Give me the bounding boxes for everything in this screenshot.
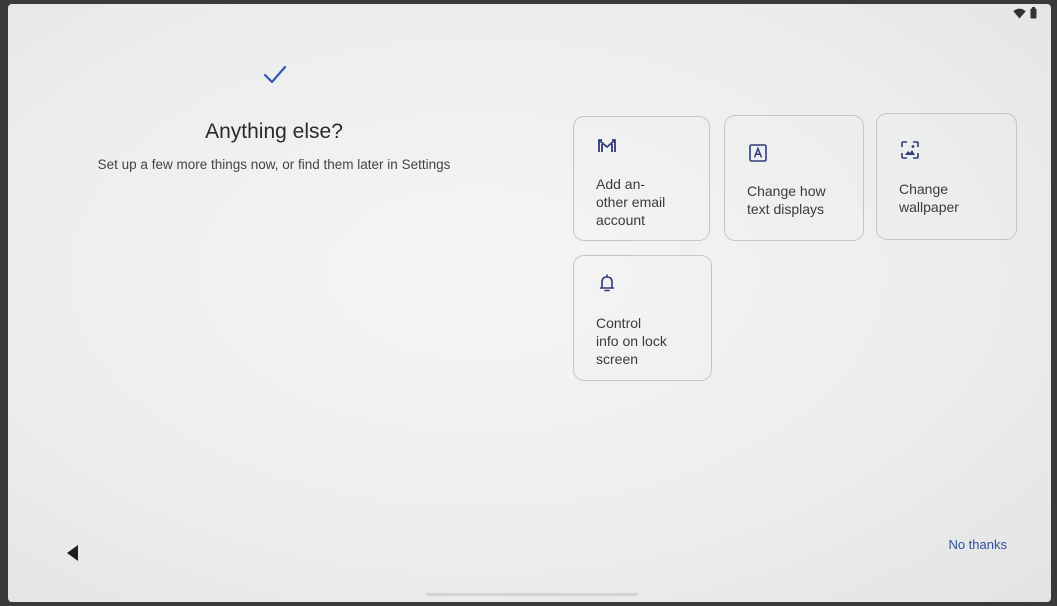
battery-icon	[1030, 6, 1037, 24]
option-label: Add an- other email account	[596, 176, 666, 228]
setup-screen: Anything else? Set up a few more things …	[8, 4, 1051, 602]
wifi-icon	[1013, 6, 1026, 24]
option-label: Control info on lock screen	[596, 315, 667, 367]
option-add-email-account[interactable]: Add an- other email account	[573, 116, 710, 241]
no-thanks-button[interactable]: No thanks	[948, 537, 1007, 552]
gmail-icon	[596, 135, 618, 157]
status-bar	[1013, 6, 1037, 24]
text-display-icon	[747, 142, 769, 164]
page-subtitle: Set up a few more things now, or find th…	[97, 157, 451, 172]
wallpaper-icon	[899, 139, 921, 161]
bell-icon	[596, 272, 618, 294]
option-change-text-display[interactable]: Change how text displays	[724, 115, 864, 241]
option-label: Change how text displays	[747, 183, 826, 217]
option-lock-screen-info[interactable]: Control info on lock screen	[573, 255, 712, 381]
option-label: Change wallpaper	[899, 181, 959, 215]
check-icon	[261, 60, 289, 88]
gesture-bar	[426, 593, 638, 596]
option-change-wallpaper[interactable]: Change wallpaper	[876, 113, 1017, 240]
page-title: Anything else?	[205, 120, 343, 143]
back-arrow-icon[interactable]	[63, 543, 83, 563]
